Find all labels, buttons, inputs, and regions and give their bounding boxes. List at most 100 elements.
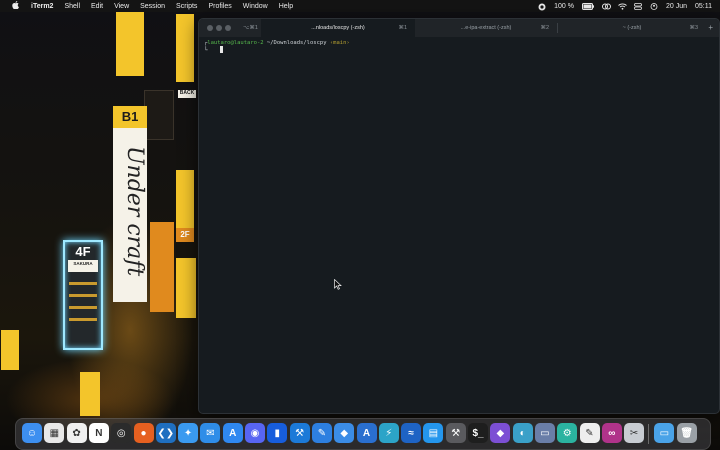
mail-icon[interactable]: ✉ xyxy=(200,423,221,443)
tab-title: ...nloads/loscpy (-zsh) xyxy=(311,25,365,31)
terminal-cursor[interactable] xyxy=(220,46,223,53)
wallpaper-sign-b1-text: B1 xyxy=(121,109,139,124)
wallpaper-sign-stripe xyxy=(69,294,97,297)
wallpaper-sign-under-craft-text: Under craft xyxy=(122,146,147,277)
wallpaper-sign-back-text: BACK xyxy=(179,90,195,96)
screen-share-icon[interactable]: ▭ xyxy=(534,423,555,443)
menu-edit[interactable]: Edit xyxy=(91,3,103,10)
wallpaper-sign-right-column: 2F xyxy=(176,170,194,242)
wallpaper-sign-right-lower xyxy=(176,258,196,318)
close-window-button[interactable] xyxy=(207,25,213,31)
prompt-path: ~/Downloads/loscpy xyxy=(266,40,327,46)
menu-session[interactable]: Session xyxy=(140,3,165,10)
menu-bar: iTerm2 Shell Edit View Session Scripts P… xyxy=(0,0,720,12)
discord-icon[interactable]: ◉ xyxy=(245,423,265,443)
tab-shortcut: ⌘1 xyxy=(398,25,407,31)
wallpaper-sign-bottom-left xyxy=(80,372,100,416)
tab-bar: ⌥⌘1 ...nloads/loscpy (-zsh) ⌘1 ...e-ipa-… xyxy=(199,19,719,37)
notion-icon[interactable]: N xyxy=(88,423,109,443)
downloads-folder-icon[interactable]: ▭ xyxy=(654,423,675,443)
launchpad-icon[interactable]: ▦ xyxy=(44,423,65,443)
new-tab-button[interactable]: + xyxy=(708,19,713,37)
tab-title: ~ (-zsh) xyxy=(622,25,642,31)
menu-scripts[interactable]: Scripts xyxy=(176,3,197,10)
trash-icon[interactable]: 🗑 xyxy=(676,423,697,443)
menu-help[interactable]: Help xyxy=(279,3,293,10)
wifi-icon[interactable] xyxy=(618,3,627,10)
proxyman-icon[interactable]: ◐ xyxy=(512,423,533,443)
wallpaper-sign-2f-text: 2F xyxy=(180,230,190,239)
firefox-icon[interactable]: ● xyxy=(133,423,154,443)
tab-title: ...e-ipa-extract (-zsh) xyxy=(460,25,512,31)
wallpaper-sign-stripe xyxy=(69,282,97,285)
settings-gear-icon[interactable]: ⚙ xyxy=(557,423,578,443)
menu-profiles[interactable]: Profiles xyxy=(208,3,231,10)
app-store-icon[interactable]: A xyxy=(222,423,243,443)
obsidian-icon[interactable]: ◆ xyxy=(490,423,511,443)
menu-bar-date[interactable]: 20 Jun xyxy=(666,3,687,10)
control-center-icon[interactable] xyxy=(634,2,642,10)
tab-shortcut: ⌥⌘1 xyxy=(243,25,258,31)
docker-icon[interactable]: ▤ xyxy=(423,423,444,443)
menu-view[interactable]: View xyxy=(114,3,129,10)
bolt-icon[interactable]: ⚡ xyxy=(378,423,399,443)
tab-3[interactable]: ...e-ipa-extract (-zsh) ⌘2 xyxy=(415,19,557,37)
wallpaper-sign-b1-box: B1 xyxy=(113,106,147,128)
dock: ☺ ▦ ✿ N ◎ ● ❮❯ ✦ ✉ A ◉ ▮ ⚒ ✎ ◆ A ⚡ ≈ ▤ ⚒ $_ ◆ ◐ ▭ ⚙ ✎ ∞ ✂ ▭ 🗑 xyxy=(15,418,711,450)
iterm-window[interactable]: ⌥⌘1 ...nloads/loscpy (-zsh) ⌘1 ...e-ipa-… xyxy=(198,18,720,414)
textedit-icon[interactable]: ✎ xyxy=(579,423,600,443)
wallpaper-sign-small-left xyxy=(1,330,19,370)
wallpaper-sign-4f-text: 4F xyxy=(75,244,91,259)
mouse-pointer-icon xyxy=(334,277,342,290)
chatgpt-icon[interactable]: ◎ xyxy=(111,423,132,443)
prompt-user-host: lautaro@lautaro-2 xyxy=(207,40,264,46)
wallpaper-sign-top-left xyxy=(116,12,144,76)
simulator-icon[interactable]: ◆ xyxy=(334,423,355,443)
infinity-icon[interactable]: ∞ xyxy=(601,423,622,443)
terminal-icon[interactable]: $_ xyxy=(468,423,488,443)
tab-1[interactable]: ⌥⌘1 xyxy=(235,19,261,37)
wallpaper-sign-sakura-box: SAKURA xyxy=(68,260,98,272)
archive-utility-icon[interactable]: ✂ xyxy=(624,423,645,443)
wallpaper-sign-under-craft: B1 Under craft xyxy=(113,106,147,302)
finder-icon[interactable]: ☺ xyxy=(22,423,42,443)
hammer-icon[interactable]: ⚒ xyxy=(445,423,466,443)
wallpaper-sign-top-mid xyxy=(176,14,194,82)
minimize-window-button[interactable] xyxy=(216,25,222,31)
wallpaper-sign-4f: 4F SAKURA xyxy=(63,240,103,350)
bitwarden-icon[interactable]: ▮ xyxy=(267,423,288,443)
vscode-icon[interactable]: ❮❯ xyxy=(155,423,176,443)
menu-shell[interactable]: Shell xyxy=(64,3,80,10)
prompt-git-branch: ‹main› xyxy=(329,40,350,46)
wallpaper-sign-back: BACK xyxy=(178,90,196,98)
tab-shortcut: ⌘2 xyxy=(540,25,549,31)
tab-shortcut: ⌘3 xyxy=(689,25,698,31)
prompt-input-line: └ xyxy=(204,47,208,54)
wave-icon[interactable]: ≈ xyxy=(401,423,422,443)
menu-app-name[interactable]: iTerm2 xyxy=(31,3,53,10)
safari-icon[interactable]: ✦ xyxy=(178,423,199,443)
wallpaper-sign-stripe xyxy=(69,306,97,309)
tab-2-active[interactable]: ...nloads/loscpy (-zsh) ⌘1 xyxy=(261,19,415,37)
link-icon[interactable] xyxy=(601,3,611,10)
menu-window[interactable]: Window xyxy=(243,3,268,10)
apple-icon[interactable] xyxy=(10,1,20,11)
xcode-icon[interactable]: ⚒ xyxy=(289,423,310,443)
shell-prompt: ┌lautaro@lautaro-2 ~/Downloads/loscpy ‹m… xyxy=(204,40,350,46)
menu-bar-status-area: 100 % 20 Jun 05:11 xyxy=(538,0,712,12)
pen-tool-icon[interactable]: ✎ xyxy=(311,423,332,443)
battery-icon[interactable] xyxy=(581,2,594,10)
wallpaper-sign-2f-box: 2F xyxy=(176,228,194,242)
wallpaper-sign-mid-orange xyxy=(150,222,174,312)
tab-4[interactable]: ~ (-zsh) ⌘3 xyxy=(558,19,706,37)
photos-icon[interactable]: ✿ xyxy=(66,423,87,443)
wallpaper-sign-sakura-text: SAKURA xyxy=(73,261,93,266)
wallpaper-sign-stripe xyxy=(69,318,97,321)
wallpaper-sign-dark-panel xyxy=(144,90,174,140)
user-switch-icon[interactable] xyxy=(650,2,658,10)
menu-bar-time[interactable]: 05:11 xyxy=(695,3,712,10)
record-icon[interactable] xyxy=(538,3,546,10)
zoom-window-button[interactable] xyxy=(225,25,231,31)
dock-separator xyxy=(648,424,650,444)
instruments-icon[interactable]: A xyxy=(356,423,377,443)
